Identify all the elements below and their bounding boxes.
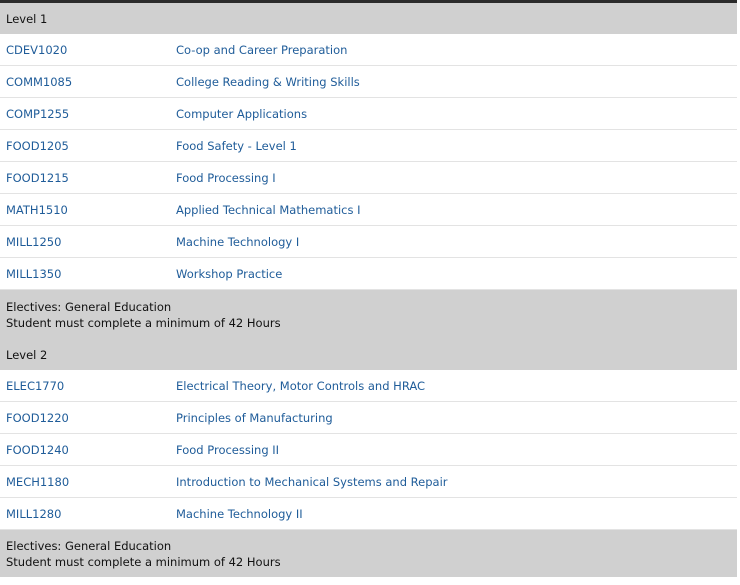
course-row: MILL1280 Machine Technology II: [0, 498, 737, 530]
course-code-link[interactable]: MILL1250: [0, 235, 176, 249]
electives-requirement: Student must complete a minimum of 42 Ho…: [6, 315, 281, 330]
electives-note: Electives: General Education Student mus…: [0, 290, 737, 339]
course-code-link[interactable]: FOOD1205: [0, 139, 176, 153]
course-row: FOOD1240 Food Processing II: [0, 434, 737, 466]
course-code-link[interactable]: COMM1085: [0, 75, 176, 89]
course-title-link[interactable]: College Reading & Writing Skills: [176, 75, 360, 89]
course-code-link[interactable]: FOOD1240: [0, 443, 176, 457]
course-code-link[interactable]: FOOD1215: [0, 171, 176, 185]
course-row: FOOD1215 Food Processing I: [0, 162, 737, 194]
course-code-link[interactable]: MILL1350: [0, 267, 176, 281]
electives-note: Electives: General Education Student mus…: [0, 530, 737, 577]
course-code-link[interactable]: ELEC1770: [0, 379, 176, 393]
course-title-link[interactable]: Introduction to Mechanical Systems and R…: [176, 475, 448, 489]
course-row: FOOD1205 Food Safety - Level 1: [0, 130, 737, 162]
course-title-link[interactable]: Computer Applications: [176, 107, 307, 121]
program-courses-table: Level 1 CDEV1020 Co-op and Career Prepar…: [0, 3, 737, 577]
course-row: COMP1255 Computer Applications: [0, 98, 737, 130]
course-row: CDEV1020 Co-op and Career Preparation: [0, 34, 737, 66]
level-header: Level 1: [0, 3, 737, 34]
electives-title: Electives: General Education: [6, 538, 172, 553]
course-title-link[interactable]: Machine Technology II: [176, 507, 303, 521]
course-row: COMM1085 College Reading & Writing Skill…: [0, 66, 737, 98]
course-title-link[interactable]: Principles of Manufacturing: [176, 411, 333, 425]
course-title-link[interactable]: Food Processing II: [176, 443, 279, 457]
level-label: Level 1: [6, 11, 48, 26]
course-row: FOOD1220 Principles of Manufacturing: [0, 402, 737, 434]
course-row: MATH1510 Applied Technical Mathematics I: [0, 194, 737, 226]
level-label: Level 2: [6, 347, 48, 362]
course-title-link[interactable]: Machine Technology I: [176, 235, 299, 249]
electives-requirement: Student must complete a minimum of 42 Ho…: [6, 554, 281, 569]
course-title-link[interactable]: Workshop Practice: [176, 267, 282, 281]
course-row: ELEC1770 Electrical Theory, Motor Contro…: [0, 370, 737, 402]
electives-title: Electives: General Education: [6, 299, 172, 314]
course-title-link[interactable]: Electrical Theory, Motor Controls and HR…: [176, 379, 425, 393]
course-code-link[interactable]: CDEV1020: [0, 43, 176, 57]
course-code-link[interactable]: COMP1255: [0, 107, 176, 121]
course-title-link[interactable]: Food Processing I: [176, 171, 276, 185]
course-row: MILL1350 Workshop Practice: [0, 258, 737, 290]
course-code-link[interactable]: MATH1510: [0, 203, 176, 217]
course-code-link[interactable]: MILL1280: [0, 507, 176, 521]
course-code-link[interactable]: MECH1180: [0, 475, 176, 489]
course-title-link[interactable]: Applied Technical Mathematics I: [176, 203, 361, 217]
course-row: MECH1180 Introduction to Mechanical Syst…: [0, 466, 737, 498]
course-code-link[interactable]: FOOD1220: [0, 411, 176, 425]
course-row: MILL1250 Machine Technology I: [0, 226, 737, 258]
course-title-link[interactable]: Co-op and Career Preparation: [176, 43, 347, 57]
level-header: Level 2: [0, 339, 737, 370]
course-title-link[interactable]: Food Safety - Level 1: [176, 139, 297, 153]
